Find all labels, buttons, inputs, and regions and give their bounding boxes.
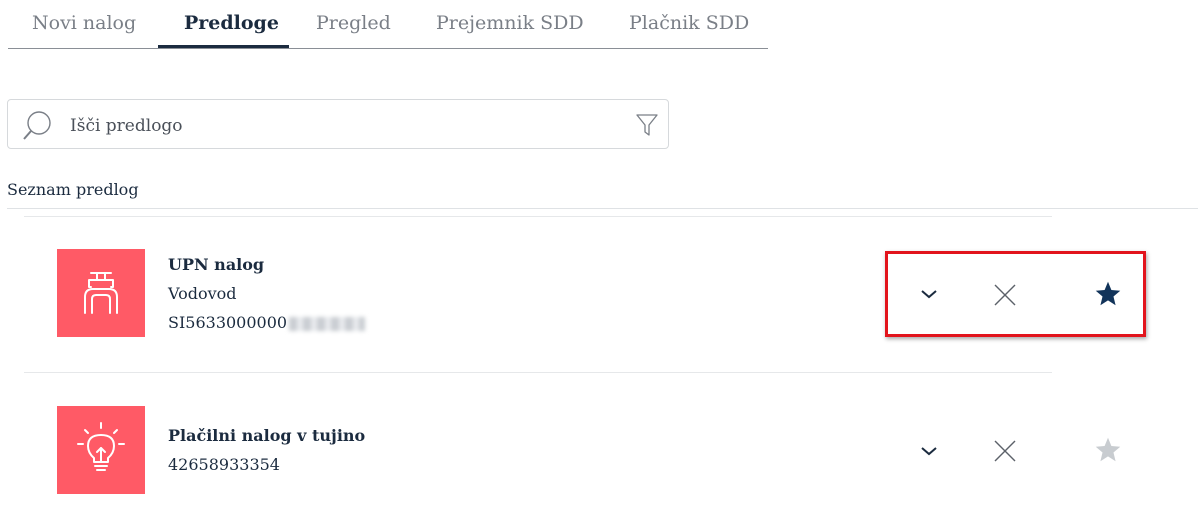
search-icon bbox=[23, 111, 51, 140]
template-account: 42658933354 bbox=[168, 455, 280, 474]
template-subtitle: Vodovod bbox=[168, 284, 237, 303]
template-details: UPN nalog Vodovod SI5633000000 bbox=[168, 250, 366, 337]
divider bbox=[7, 208, 1198, 209]
template-details: Plačilni nalog v tujino 42658933354 bbox=[168, 421, 365, 479]
template-title: UPN nalog bbox=[168, 255, 265, 274]
account-number: SI5633000000 bbox=[168, 313, 288, 332]
tab-prejemnik-sdd[interactable]: Prejemnik SDD bbox=[436, 12, 584, 34]
section-title: Seznam predlog bbox=[7, 180, 139, 199]
template-title: Plačilni nalog v tujino bbox=[168, 426, 366, 445]
close-icon[interactable] bbox=[993, 439, 1017, 463]
active-tab-indicator bbox=[158, 45, 289, 48]
tab-predloge[interactable]: Predloge bbox=[184, 12, 279, 34]
redacted-digits bbox=[289, 316, 366, 331]
chevron-down-icon[interactable] bbox=[919, 444, 939, 458]
highlight-box bbox=[885, 251, 1146, 337]
template-tile bbox=[57, 249, 145, 337]
faucet-icon bbox=[84, 272, 118, 314]
search-input[interactable] bbox=[68, 112, 632, 140]
template-account: SI5633000000 bbox=[168, 308, 366, 337]
template-tile bbox=[57, 406, 145, 494]
divider bbox=[24, 216, 1052, 217]
tab-pregled[interactable]: Pregled bbox=[316, 12, 391, 34]
divider bbox=[24, 372, 1052, 373]
tab-placnik-sdd[interactable]: Plačnik SDD bbox=[629, 12, 749, 34]
lightbulb-icon bbox=[77, 422, 125, 471]
search-box bbox=[7, 99, 669, 149]
tab-bar: Novi nalog Predloge Pregled Prejemnik SD… bbox=[8, 0, 768, 49]
star-icon[interactable] bbox=[1094, 436, 1122, 464]
tab-novi-nalog[interactable]: Novi nalog bbox=[32, 12, 136, 34]
filter-icon[interactable] bbox=[636, 113, 658, 137]
